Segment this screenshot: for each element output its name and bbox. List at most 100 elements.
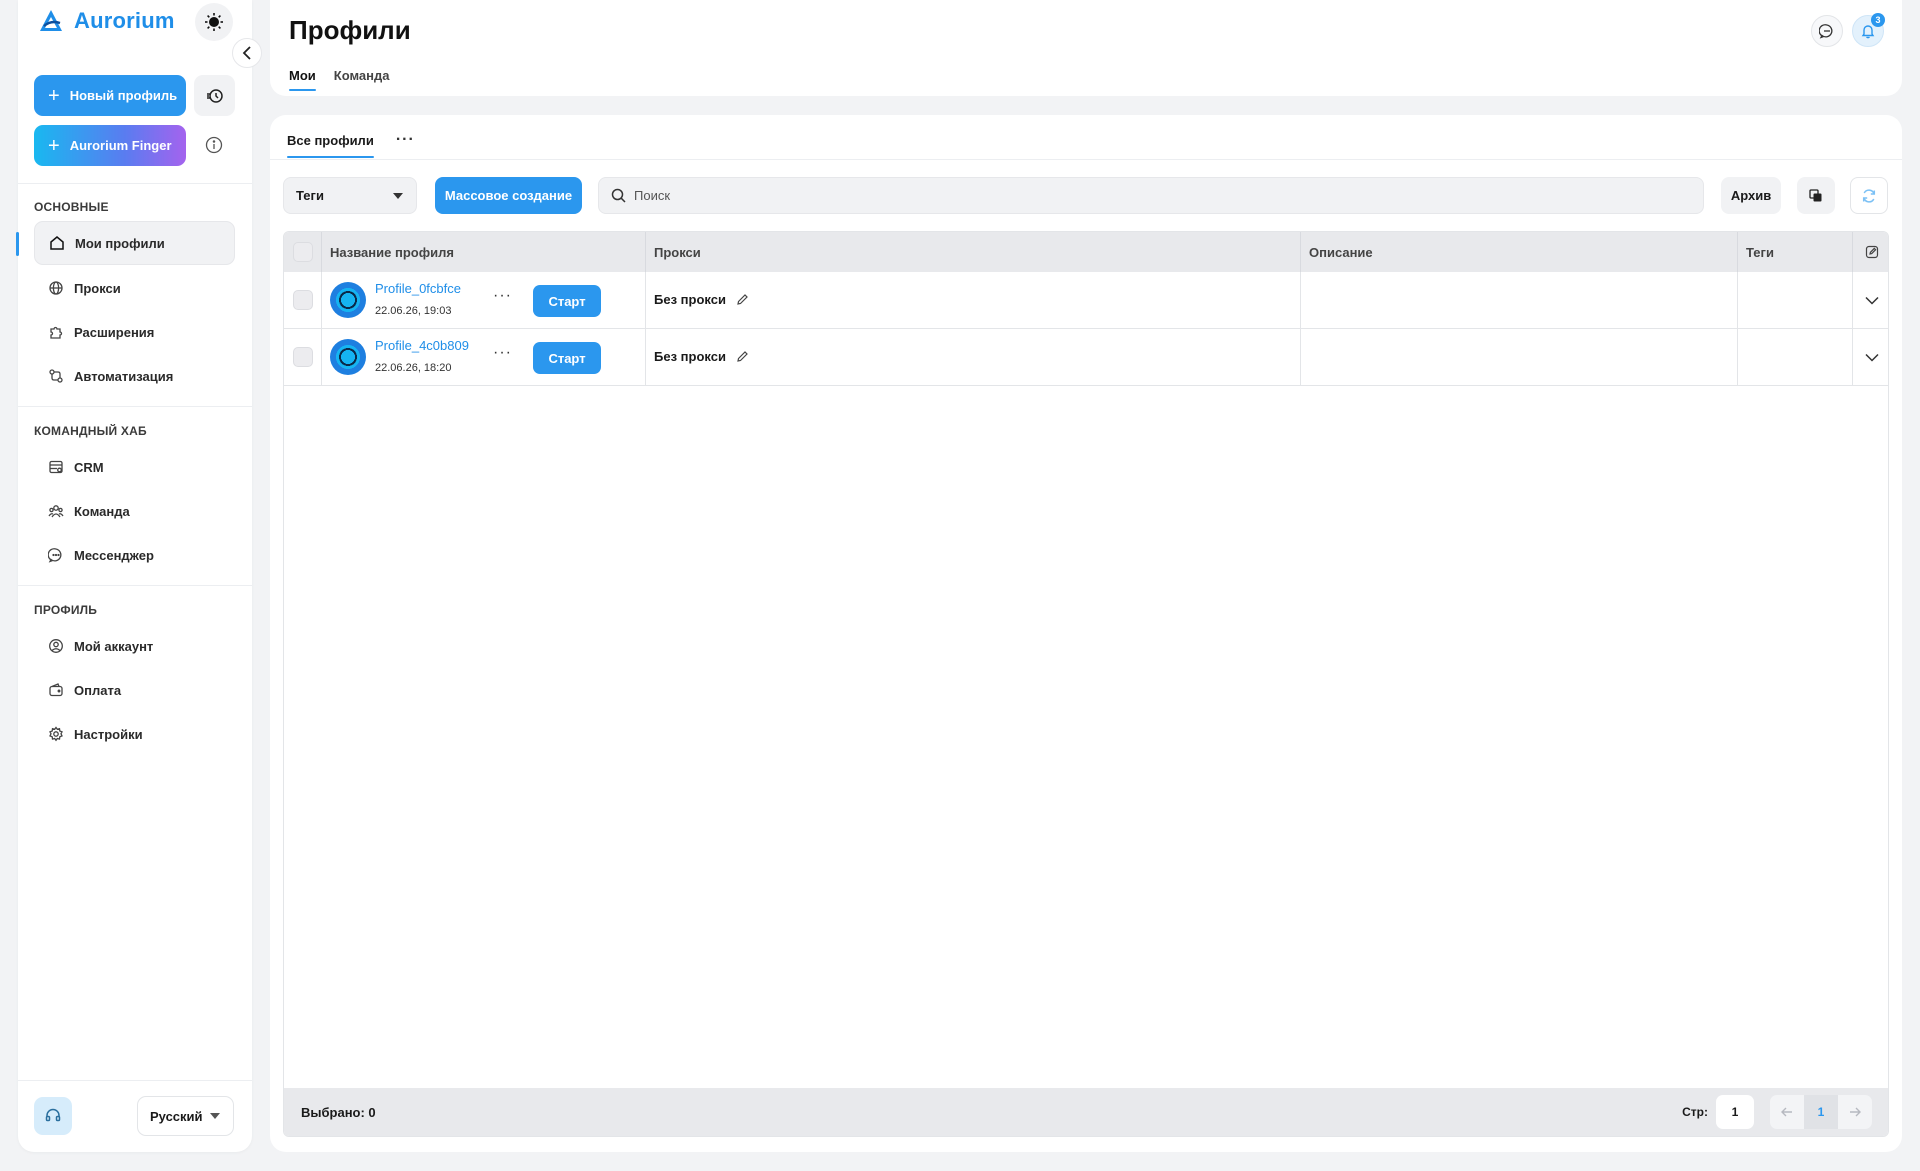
- sidebar-item-label: Настройки: [74, 726, 143, 742]
- sidebar-item-my-account[interactable]: Мой аккаунт: [34, 624, 235, 668]
- search-input[interactable]: [634, 188, 1634, 203]
- archive-button[interactable]: Архив: [1721, 177, 1781, 214]
- gear-icon: [48, 726, 64, 742]
- page-buttons: 1: [1770, 1095, 1872, 1129]
- app-name: Aurorium: [74, 8, 175, 33]
- arrow-right-icon: [1850, 1107, 1861, 1117]
- history-button[interactable]: [194, 75, 235, 116]
- expand-row-button[interactable]: [1852, 329, 1888, 385]
- sidebar-item-crm[interactable]: CRM: [34, 445, 235, 489]
- copy-icon: [1809, 188, 1822, 201]
- profile-date: 22.06.26, 18:20: [375, 362, 452, 374]
- more-tabs-icon[interactable]: ···: [396, 132, 415, 148]
- info-icon[interactable]: [204, 135, 224, 155]
- refresh-button[interactable]: [1850, 177, 1888, 214]
- sidebar-item-label: Автоматизация: [74, 368, 174, 384]
- tab-team[interactable]: Команда: [334, 68, 390, 91]
- header-tabs: Мои Команда: [289, 68, 389, 91]
- proxy-cell: Без прокси: [646, 329, 1301, 385]
- page-number-input[interactable]: 1: [1716, 1095, 1754, 1129]
- bulk-create-button[interactable]: Массовое создание: [435, 177, 582, 214]
- sidebar-item-messenger[interactable]: Мессенджер: [34, 533, 235, 577]
- profile-view-tabs: Все профили ···: [287, 132, 415, 158]
- divider: [18, 406, 252, 407]
- sidebar-item-proxy[interactable]: Прокси: [34, 266, 235, 310]
- finger-label: Aurorium Finger: [69, 138, 172, 153]
- tab-all-profiles[interactable]: Все профили: [287, 133, 374, 158]
- sidebar-item-label: Расширения: [74, 324, 155, 340]
- column-header-description[interactable]: Описание: [1301, 232, 1738, 272]
- pencil-icon[interactable]: [736, 350, 749, 363]
- headset-icon: [45, 1108, 61, 1122]
- sidebar-item-payment[interactable]: Оплата: [34, 668, 235, 712]
- messages-button[interactable]: [1811, 15, 1843, 47]
- select-all-cell: [284, 232, 322, 272]
- theme-toggle-button[interactable]: [195, 3, 233, 41]
- chat-icon: [1819, 24, 1833, 39]
- table-row[interactable]: Profile_4c0b809 22.06.26, 18:20 ··· Стар…: [284, 329, 1888, 386]
- table-footer: Выбрано: 0 Стр: 1 1: [284, 1088, 1888, 1136]
- proxy-value: Без прокси: [654, 349, 726, 364]
- sidebar-item-automation[interactable]: Автоматизация: [34, 354, 235, 398]
- divider: [270, 159, 1902, 160]
- globe-icon: [48, 280, 64, 296]
- logo[interactable]: Aurorium: [38, 6, 175, 36]
- notifications-button[interactable]: 3: [1852, 13, 1885, 47]
- chevron-left-icon: [242, 46, 251, 60]
- column-header-name[interactable]: Название профиля: [322, 232, 646, 272]
- arrow-left-icon: [1781, 1107, 1792, 1117]
- page-header: Профили Мои Команда 3: [270, 0, 1902, 96]
- search-icon: [611, 188, 626, 203]
- prev-page-button[interactable]: [1770, 1095, 1804, 1129]
- expand-row-button[interactable]: [1852, 272, 1888, 328]
- table-header: Название профиля Прокси Описание Теги: [284, 232, 1888, 272]
- profile-name-cell: Profile_0fcbfce 22.06.26, 19:03 ··· Стар…: [322, 272, 646, 328]
- copy-button[interactable]: [1797, 177, 1835, 214]
- sidebar-item-extensions[interactable]: Расширения: [34, 310, 235, 354]
- language-value: Русский: [150, 1108, 203, 1124]
- table-row[interactable]: Profile_0fcbfce 22.06.26, 19:03 ··· Стар…: [284, 272, 1888, 329]
- new-profile-button[interactable]: + Новый профиль: [34, 75, 186, 116]
- home-icon: [49, 235, 65, 251]
- selected-count: Выбрано: 0: [301, 1104, 376, 1120]
- chat-icon: [48, 547, 64, 563]
- sidebar-item-label: Мои профили: [75, 235, 165, 251]
- profile-name-link[interactable]: Profile_4c0b809: [375, 338, 469, 353]
- support-button[interactable]: [34, 1097, 72, 1135]
- row-checkbox[interactable]: [292, 290, 313, 310]
- more-options-icon[interactable]: ···: [493, 287, 512, 305]
- new-profile-label: Новый профиль: [69, 88, 178, 103]
- aurorium-finger-button[interactable]: + Aurorium Finger: [34, 125, 186, 166]
- column-header-proxy[interactable]: Прокси: [646, 232, 1301, 272]
- profile-date: 22.06.26, 19:03: [375, 305, 452, 317]
- start-button[interactable]: Старт: [533, 342, 601, 374]
- chevron-down-icon: [1864, 296, 1879, 305]
- sidebar-item-team[interactable]: Команда: [34, 489, 235, 533]
- divider: [18, 1080, 252, 1081]
- select-all-checkbox[interactable]: [292, 242, 313, 262]
- team-icon: [48, 503, 64, 519]
- collapse-sidebar-button[interactable]: [232, 38, 262, 68]
- more-options-icon[interactable]: ···: [493, 344, 512, 362]
- current-page-button[interactable]: 1: [1804, 1095, 1838, 1129]
- tags-filter-select[interactable]: Теги: [283, 177, 417, 214]
- sidebar-item-my-profiles[interactable]: Мои профили: [34, 221, 235, 265]
- language-select[interactable]: Русский: [137, 1096, 234, 1136]
- pencil-icon[interactable]: [736, 293, 749, 306]
- page-label: Стр:: [1682, 1105, 1708, 1119]
- description-cell[interactable]: [1301, 329, 1738, 385]
- row-select-cell: [284, 272, 322, 328]
- plus-icon: +: [48, 84, 60, 107]
- sidebar-item-label: Мой аккаунт: [74, 638, 154, 654]
- sidebar-item-settings[interactable]: Настройки: [34, 712, 235, 756]
- description-cell[interactable]: [1301, 272, 1738, 328]
- edit-columns-button[interactable]: [1852, 232, 1888, 272]
- start-button[interactable]: Старт: [533, 285, 601, 317]
- pagination: Стр: 1 1: [1682, 1095, 1872, 1129]
- next-page-button[interactable]: [1838, 1095, 1872, 1129]
- row-checkbox[interactable]: [292, 347, 313, 367]
- profile-name-link[interactable]: Profile_0fcbfce: [375, 281, 461, 296]
- profile-avatar: [330, 282, 366, 318]
- profile-name-cell: Profile_4c0b809 22.06.26, 18:20 ··· Стар…: [322, 329, 646, 385]
- tab-mine[interactable]: Мои: [289, 68, 316, 91]
